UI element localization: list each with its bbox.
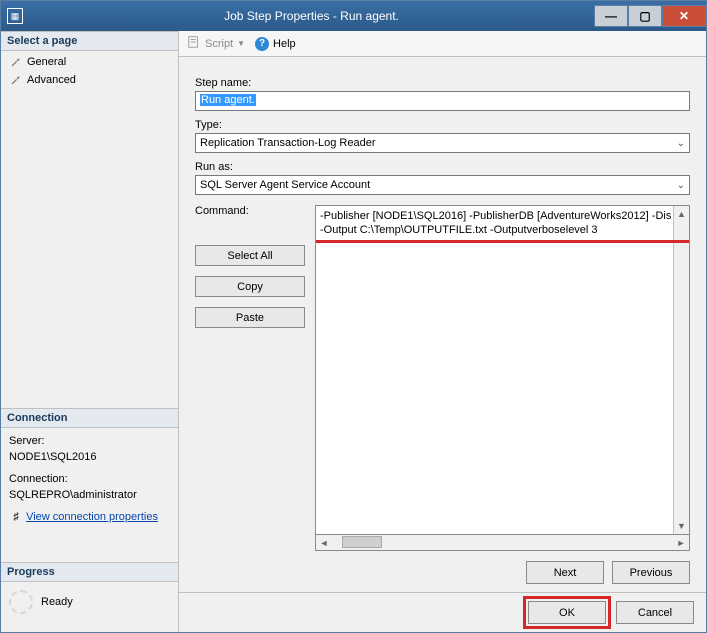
- scroll-down-icon[interactable]: ▼: [674, 518, 689, 534]
- wrench-icon: [9, 55, 23, 69]
- progress-spinner-icon: [9, 590, 33, 614]
- script-button[interactable]: Script ▼: [187, 35, 245, 52]
- step-name-value: Run agent.: [200, 94, 256, 106]
- connection-block: Server: NODE1\SQL2016 Connection: SQLREP…: [1, 428, 178, 532]
- ok-button[interactable]: OK: [528, 601, 606, 624]
- connection-value: SQLREPRO\administrator: [9, 488, 170, 504]
- sidebar-item-advanced[interactable]: Advanced: [5, 71, 174, 89]
- dialog-window: ▦ Job Step Properties - Run agent. — ▢ ✕…: [0, 0, 707, 633]
- command-label: Command:: [195, 205, 305, 217]
- titlebar: ▦ Job Step Properties - Run agent. — ▢ ✕: [1, 1, 706, 31]
- connection-properties-icon: ♯: [9, 510, 23, 526]
- scroll-right-icon[interactable]: ►: [673, 535, 689, 550]
- step-name-label: Step name:: [195, 77, 690, 89]
- type-value: Replication Transaction-Log Reader: [200, 137, 376, 149]
- chevron-down-icon: ⌄: [677, 180, 685, 191]
- type-select[interactable]: Replication Transaction-Log Reader ⌄: [195, 133, 690, 153]
- run-as-label: Run as:: [195, 161, 690, 173]
- scroll-track[interactable]: [332, 535, 673, 550]
- select-all-button[interactable]: Select All: [195, 245, 305, 266]
- progress-header: Progress: [1, 562, 178, 582]
- window-icon: ▦: [7, 8, 23, 24]
- chevron-down-icon: ⌄: [677, 138, 685, 149]
- server-value: NODE1\SQL2016: [9, 450, 170, 466]
- window-title: Job Step Properties - Run agent.: [29, 9, 594, 23]
- connection-label: Connection:: [9, 472, 170, 488]
- type-label: Type:: [195, 119, 690, 131]
- toolbar: Script ▼ ? Help: [179, 31, 706, 57]
- help-icon: ?: [255, 37, 269, 51]
- vertical-scrollbar[interactable]: ▲ ▼: [673, 206, 689, 534]
- help-button[interactable]: ? Help: [255, 37, 296, 51]
- previous-button[interactable]: Previous: [612, 561, 690, 584]
- chevron-down-icon: ▼: [237, 39, 245, 48]
- cancel-button[interactable]: Cancel: [616, 601, 694, 624]
- content-panel: Script ▼ ? Help Step name: Run agent. Ty…: [179, 31, 706, 632]
- command-textarea[interactable]: -Publisher [NODE1\SQL2016] -PublisherDB …: [315, 205, 690, 535]
- sidebar: Select a page General Advanced Connectio…: [1, 31, 179, 632]
- scroll-left-icon[interactable]: ◄: [316, 535, 332, 550]
- connection-header: Connection: [1, 408, 178, 428]
- progress-block: Ready: [1, 582, 178, 622]
- horizontal-scrollbar[interactable]: ◄ ►: [315, 535, 690, 551]
- select-page-header: Select a page: [1, 31, 178, 51]
- view-connection-properties-link[interactable]: View connection properties: [26, 511, 158, 523]
- run-as-value: SQL Server Agent Service Account: [200, 179, 370, 191]
- command-text: -Publisher [NODE1\SQL2016] -PublisherDB …: [316, 206, 689, 534]
- server-label: Server:: [9, 434, 170, 450]
- script-icon: [187, 35, 201, 52]
- copy-button[interactable]: Copy: [195, 276, 305, 297]
- scroll-up-icon[interactable]: ▲: [674, 206, 689, 222]
- step-name-input[interactable]: Run agent.: [195, 91, 690, 111]
- sidebar-item-general[interactable]: General: [5, 53, 174, 71]
- paste-button[interactable]: Paste: [195, 307, 305, 328]
- progress-status: Ready: [41, 596, 73, 608]
- minimize-button[interactable]: —: [594, 5, 628, 27]
- sidebar-item-label: Advanced: [27, 74, 76, 86]
- wrench-icon: [9, 73, 23, 87]
- sidebar-item-label: General: [27, 56, 66, 68]
- dialog-footer: OK Cancel: [179, 592, 706, 632]
- run-as-select[interactable]: SQL Server Agent Service Account ⌄: [195, 175, 690, 195]
- next-button[interactable]: Next: [526, 561, 604, 584]
- maximize-button[interactable]: ▢: [628, 5, 662, 27]
- close-button[interactable]: ✕: [662, 5, 706, 27]
- scroll-thumb[interactable]: [342, 536, 382, 548]
